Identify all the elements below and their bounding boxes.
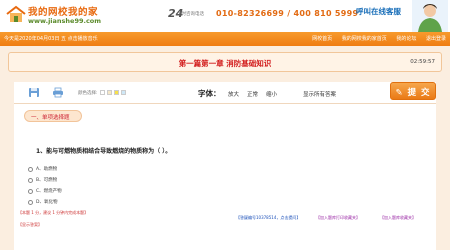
- submit-label: ✎ 提 交: [391, 86, 435, 98]
- option-d-radio[interactable]: [28, 200, 33, 205]
- font-normal-button[interactable]: 正常: [247, 90, 258, 98]
- logo-url: www.jianshe99.com: [28, 17, 102, 25]
- nav-my-school[interactable]: 我的网校我的家首页: [342, 36, 387, 42]
- font-size-label: 字体：: [198, 89, 221, 98]
- section-tab: 一、单项选择题: [24, 110, 82, 122]
- option-a[interactable]: A、助燃物: [28, 166, 88, 175]
- submit-icon: ✎: [395, 88, 408, 98]
- nav-forum[interactable]: 我的论坛: [396, 36, 416, 42]
- exam-toolbar: 颜色选择: 字体： 放大 正常 缩小 显示所有答案: [14, 82, 436, 104]
- site-header: 我的网校我的家 www.jianshe99.com 24 小时咨询电话 010-…: [0, 0, 450, 32]
- question-area: 一、单项选择题 1、能与可燃物质相结合导致燃烧的物质称为（ ）。 A、助燃物 B…: [14, 104, 436, 250]
- question-score-info: 【本题 1 分，建议 1 分钟内完成本题】: [18, 210, 89, 215]
- exam-title-strip: 第一篇第一章 消防基础知识 02:59:57: [8, 52, 442, 72]
- add-print-favorites-link[interactable]: 【加入题库打印收藏夹】: [316, 215, 360, 221]
- ask-question-link[interactable]: 【答疑编号10378514，点击提问】: [236, 215, 300, 221]
- option-a-label: A、助燃物: [36, 167, 58, 172]
- hotline-label: 小时咨询电话: [177, 12, 204, 17]
- top-nav-bar: 今天是2020年04月03日 五 点击播放音乐 网校首页 我的网校我的家首页 我…: [0, 32, 450, 46]
- call-service-button[interactable]: 呼叫在线客服: [352, 4, 412, 28]
- option-b[interactable]: B、可燃物: [28, 177, 88, 186]
- site-logo[interactable]: 我的网校我的家 www.jianshe99.com: [6, 3, 102, 27]
- option-b-radio[interactable]: [28, 178, 33, 183]
- nav-logout[interactable]: 退出登录: [426, 36, 446, 42]
- date-text: 今天是2020年04月03日 五 点击播放音乐: [4, 36, 98, 42]
- top-nav-links: 网校首页 我的网校我的家首页 我的论坛 退出登录: [304, 35, 446, 42]
- font-enlarge-button[interactable]: 放大: [228, 90, 239, 98]
- show-answer-link[interactable]: 【显示答案】: [18, 222, 42, 228]
- chapter-title: 第一篇第一章 消防基础知识: [178, 59, 272, 68]
- add-favorites-link[interactable]: 【加入题库收藏夹】: [380, 215, 416, 221]
- service-agent-avatar: [412, 0, 448, 32]
- call-service-label: 呼叫在线客服: [356, 7, 401, 16]
- option-d[interactable]: D、氧化物: [28, 199, 88, 208]
- font-shrink-button[interactable]: 缩小: [266, 90, 277, 98]
- print-icon[interactable]: [52, 87, 64, 98]
- show-all-answers-button[interactable]: 显示所有答案: [303, 90, 336, 98]
- submit-button[interactable]: ✎ 提 交: [390, 82, 436, 100]
- option-a-radio[interactable]: [28, 167, 33, 172]
- house-logo-icon: [6, 5, 26, 22]
- submit-text: 提 交: [407, 88, 431, 98]
- option-c-label: C、燃烧产物: [36, 189, 62, 194]
- countdown-timer: 02:59:57: [410, 59, 435, 65]
- color-swatch-blue[interactable]: [121, 90, 126, 95]
- hotline: 24 小时咨询电话 010-82326699 / 400 810 5999: [168, 7, 358, 25]
- option-d-label: D、氧化物: [36, 200, 58, 205]
- save-icon[interactable]: [28, 87, 40, 98]
- option-c-radio[interactable]: [28, 189, 33, 194]
- color-swatch-yellow[interactable]: [114, 90, 119, 95]
- logo-title: 我的网校我的家: [28, 7, 99, 18]
- question-text: 1、能与可燃物质相结合导致燃烧的物质称为（ ）。: [36, 148, 172, 155]
- color-swatch-white[interactable]: [100, 90, 105, 95]
- hotline-numbers: 010-82326699 / 400 810 5999: [216, 9, 359, 18]
- background-color-label: 颜色选择:: [78, 91, 98, 96]
- color-swatch-beige[interactable]: [107, 90, 112, 95]
- nav-home[interactable]: 网校首页: [312, 36, 332, 42]
- option-c[interactable]: C、燃烧产物: [28, 188, 88, 197]
- section-label: 一、单项选择题: [31, 115, 70, 121]
- option-b-label: B、可燃物: [36, 178, 58, 183]
